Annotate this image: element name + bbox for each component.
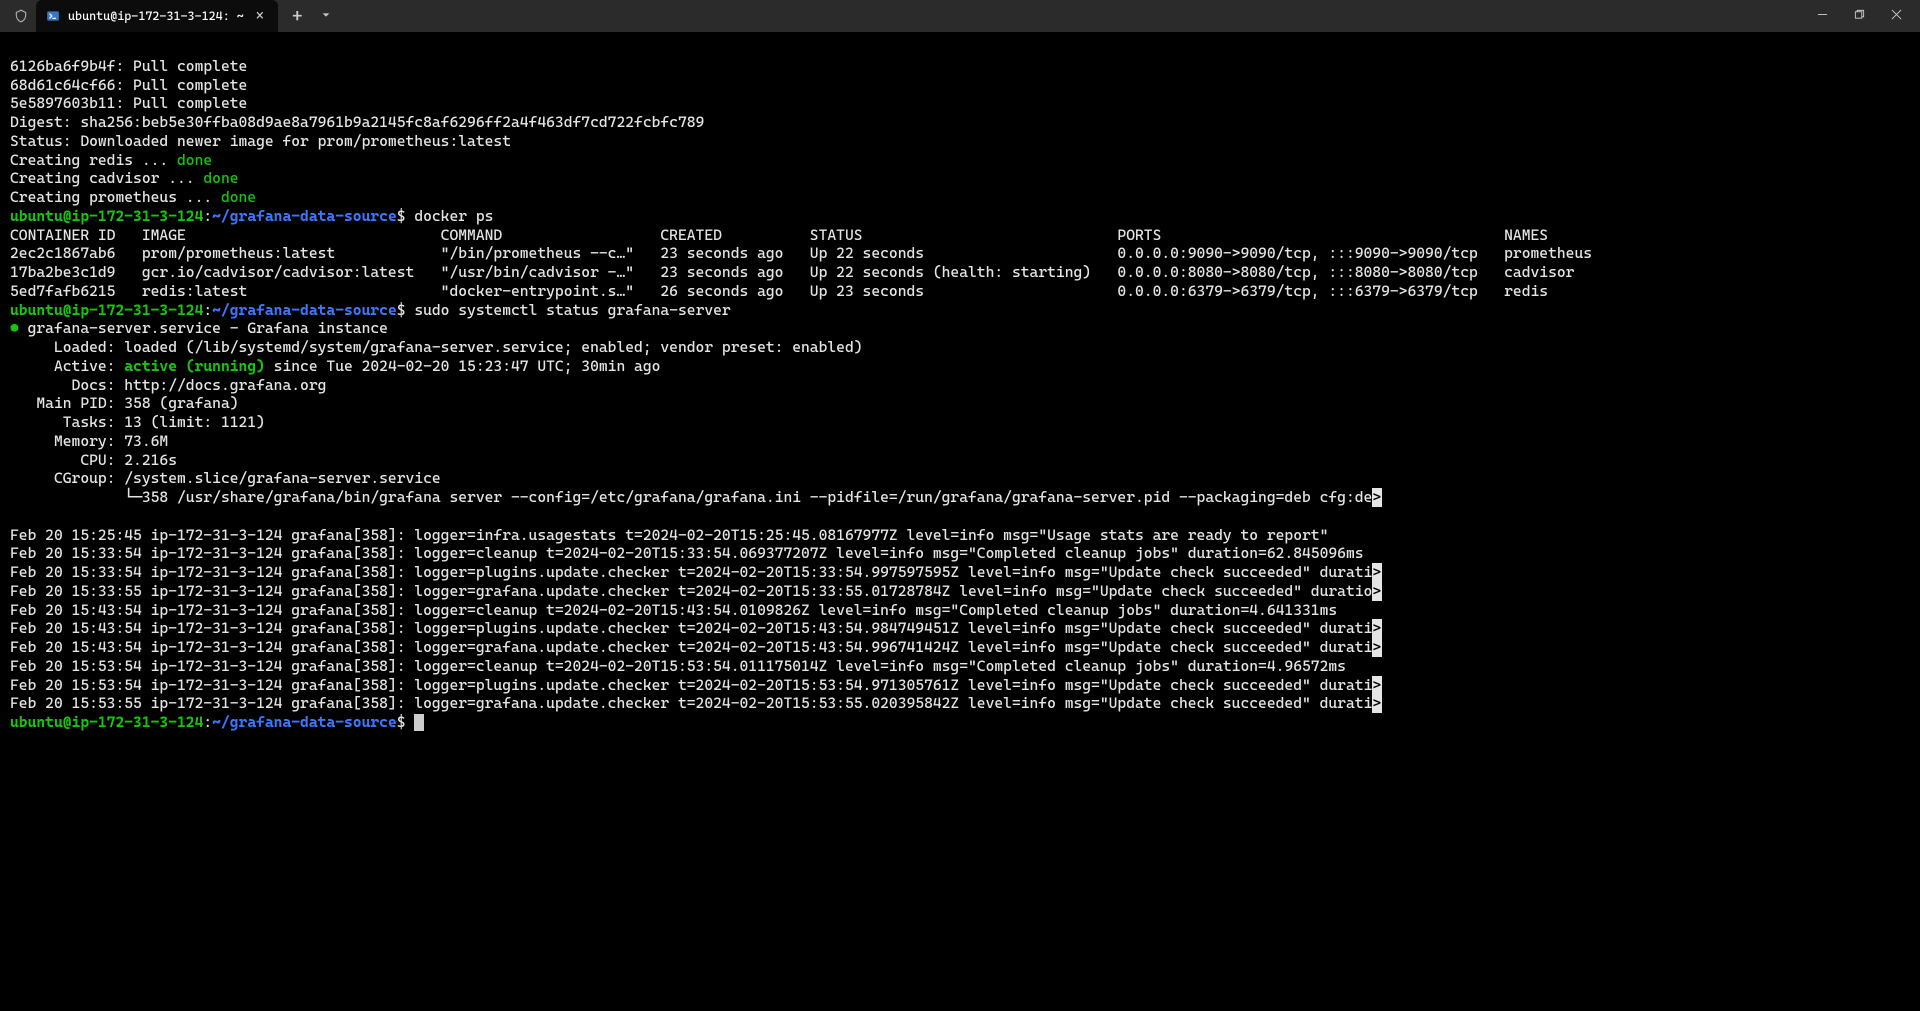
truncation-indicator: > [1372,638,1382,657]
log-line: Feb 20 15:25:45 ip-172-31-3-124 grafana[… [10,526,1328,544]
done-label: done [203,169,238,187]
tab-title: ubuntu@ip-172-31-3-124: ~ [68,9,244,23]
service-mainpid: Main PID: 358 (grafana) [10,394,239,412]
prompt-user: ubuntu@ip-172-31-3-124 [10,713,203,731]
service-loaded: Loaded: loaded (/lib/systemd/system/graf… [10,338,863,356]
log-line: Feb 20 15:43:54 ip-172-31-3-124 grafana[… [10,619,1372,637]
log-line: Feb 20 15:53:55 ip-172-31-3-124 grafana[… [10,694,1372,712]
prompt-path: ~/grafana-data-source [212,301,397,319]
powershell-icon [46,9,60,23]
prompt-user: ubuntu@ip-172-31-3-124 [10,301,203,319]
log-line: Feb 20 15:53:54 ip-172-31-3-124 grafana[… [10,657,1346,675]
done-label: done [221,188,256,206]
output-line: 5e5897603b11: Pull complete [10,94,247,112]
service-memory: Memory: 73.6M [10,432,168,450]
truncation-indicator: > [1372,582,1382,601]
maximize-button[interactable] [1854,8,1865,24]
truncation-indicator: > [1372,488,1382,507]
service-tasks: Tasks: 13 (limit: 1121) [10,413,265,431]
minimize-button[interactable] [1817,8,1828,24]
service-active-state: active (running) [124,357,265,375]
output-line: 6126ba6f9b4f: Pull complete [10,57,247,75]
log-line: Feb 20 15:33:54 ip-172-31-3-124 grafana[… [10,544,1364,562]
output-line: Creating redis ... [10,151,177,169]
output-line: Digest: sha256:beb5e30ffba08d9ae8a7961b9… [10,113,704,131]
docker-ps-row: 17ba2be3c1d9 gcr.io/cadvisor/cadvisor:la… [10,263,1574,281]
log-line: Feb 20 15:33:54 ip-172-31-3-124 grafana[… [10,563,1372,581]
prompt-user: ubuntu@ip-172-31-3-124 [10,207,203,225]
log-line: Feb 20 15:33:55 ip-172-31-3-124 grafana[… [10,582,1372,600]
output-line: Creating cadvisor ... [10,169,203,187]
close-button[interactable] [1891,8,1902,24]
service-cgroup: CGroup: /system.slice/grafana-server.ser… [10,469,441,487]
status-dot-icon: ● [10,319,19,337]
window-controls [1817,8,1912,24]
service-title: grafana-server.service - Grafana instanc… [19,319,388,337]
cursor [414,714,424,731]
truncation-indicator: > [1372,694,1382,713]
titlebar: ubuntu@ip-172-31-3-124: ~ × + [0,0,1920,32]
docker-ps-row: 2ec2c1867ab6 prom/prometheus:latest "/bi… [10,244,1592,262]
service-cpu: CPU: 2.216s [10,451,177,469]
service-docs: Docs: http://docs.grafana.org [10,376,326,394]
service-active-label: Active: [10,357,124,375]
service-cgroup-line: └─358 /usr/share/grafana/bin/grafana ser… [10,488,1372,506]
truncation-indicator: > [1372,563,1382,582]
command: docker ps [414,207,493,225]
service-active-since: since Tue 2024-02-20 15:23:47 UTC; 30min… [265,357,661,375]
done-label: done [177,151,212,169]
truncation-indicator: > [1372,619,1382,638]
prompt-path: ~/grafana-data-source [212,713,397,731]
tab-dropdown-button[interactable] [317,9,335,23]
truncation-indicator: > [1372,676,1382,695]
shield-icon [14,9,28,23]
command: sudo systemctl status grafana-server [414,301,730,319]
terminal-output[interactable]: 6126ba6f9b4f: Pull complete 68d61c64cf66… [0,32,1920,738]
output-line: 68d61c64cf66: Pull complete [10,76,247,94]
output-line: Status: Downloaded newer image for prom/… [10,132,511,150]
prompt-path: ~/grafana-data-source [212,207,397,225]
tab-close-button[interactable]: × [252,8,268,24]
log-line: Feb 20 15:43:54 ip-172-31-3-124 grafana[… [10,638,1372,656]
docker-ps-header: CONTAINER ID IMAGE COMMAND CREATED STATU… [10,226,1548,244]
log-line: Feb 20 15:53:54 ip-172-31-3-124 grafana[… [10,676,1372,694]
output-line: Creating prometheus ... [10,188,221,206]
tab-active[interactable]: ubuntu@ip-172-31-3-124: ~ × [36,0,278,32]
docker-ps-row: 5ed7fafb6215 redis:latest "docker-entryp… [10,282,1548,300]
new-tab-button[interactable]: + [286,6,309,27]
log-line: Feb 20 15:43:54 ip-172-31-3-124 grafana[… [10,601,1337,619]
